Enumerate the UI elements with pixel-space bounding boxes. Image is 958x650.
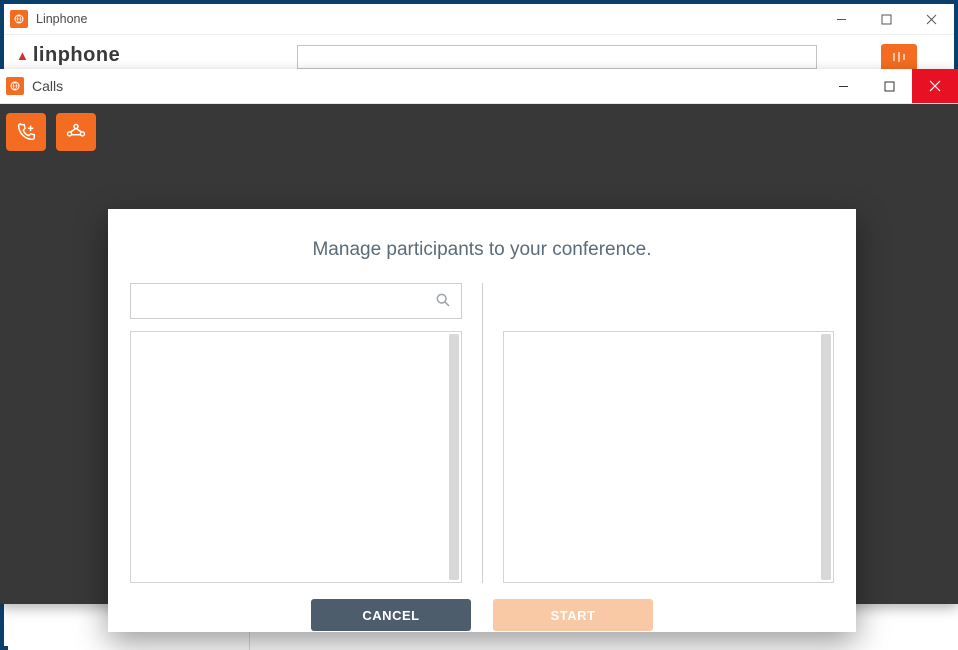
dialog-heading: Manage participants to your conference.	[108, 209, 856, 283]
calls-toolbar	[6, 113, 96, 151]
dialog-columns	[108, 283, 856, 583]
calls-window-title: Calls	[32, 78, 820, 94]
available-contacts-listbox[interactable]	[130, 331, 462, 583]
main-maximize-button[interactable]	[864, 4, 909, 34]
cancel-button[interactable]: CANCEL	[311, 599, 471, 631]
linphone-app-icon	[10, 10, 28, 28]
search-icon	[434, 291, 452, 309]
calls-window-controls	[820, 69, 958, 103]
scrollbar[interactable]	[821, 334, 831, 580]
participant-search-input[interactable]	[130, 283, 462, 319]
calls-titlebar: Calls	[0, 69, 958, 104]
main-minimize-button[interactable]	[819, 4, 864, 34]
status-warning-icon: ▲	[16, 48, 29, 63]
calls-window: Calls Manage participants to your confer…	[0, 69, 958, 604]
main-titlebar: Linphone	[4, 4, 954, 35]
new-call-button[interactable]	[6, 113, 46, 151]
selected-participants-column	[503, 283, 835, 583]
manage-participants-dialog: Manage participants to your conference.	[108, 209, 856, 632]
calls-app-icon	[6, 77, 24, 95]
column-divider	[482, 283, 483, 583]
conference-button[interactable]	[56, 113, 96, 151]
scrollbar[interactable]	[449, 334, 459, 580]
main-search-input[interactable]	[297, 45, 817, 69]
calls-close-button[interactable]	[912, 69, 958, 103]
selected-participants-listbox[interactable]	[503, 331, 835, 583]
app-name-label: linphone	[33, 44, 120, 67]
main-window-controls	[819, 4, 954, 34]
calls-maximize-button[interactable]	[866, 69, 912, 103]
main-close-button[interactable]	[909, 4, 954, 34]
available-contacts-column	[130, 283, 462, 583]
main-window-title: Linphone	[36, 12, 819, 26]
dialog-buttons: CANCEL START	[108, 599, 856, 631]
dialer-button[interactable]	[881, 44, 917, 69]
calls-minimize-button[interactable]	[820, 69, 866, 103]
start-button[interactable]: START	[493, 599, 653, 631]
